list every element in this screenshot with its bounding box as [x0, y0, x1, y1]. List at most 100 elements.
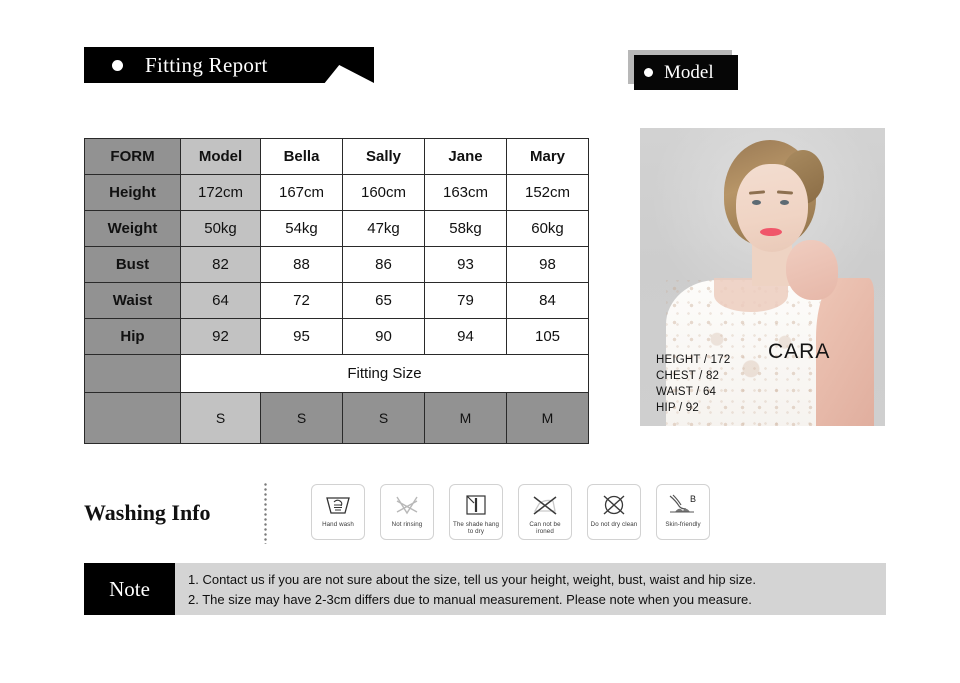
column-header-jane: Jane: [424, 138, 507, 175]
cell: 92: [180, 318, 261, 355]
cell: 65: [342, 282, 425, 319]
size-table: FORM Model Bella Sally Jane Mary Height …: [84, 138, 589, 444]
table-row: Hip 92 95 90 94 105: [84, 318, 589, 355]
washing-icon-row: Hand wash Not rinsing The shade hang to …: [311, 484, 710, 540]
fitting-size-title: Fitting Size: [180, 354, 589, 393]
washing-icon-shade-hang-dry: The shade hang to dry: [449, 484, 503, 540]
no-dry-clean-icon: [599, 489, 629, 521]
table-row: Bust 82 88 86 93 98: [84, 246, 589, 283]
note-text: 1. Contact us if you are not sure about …: [188, 570, 756, 610]
fitting-size-title-row: Fitting Size: [84, 354, 589, 393]
table-row: Waist 64 72 65 79 84: [84, 282, 589, 319]
model-name: CARA: [768, 340, 831, 363]
cell: 93: [424, 246, 507, 283]
model-banner-body: Model: [634, 55, 738, 90]
empty-label-cell: [84, 392, 181, 444]
table-row: Height 172cm 167cm 160cm 163cm 152cm: [84, 174, 589, 211]
model-banner-title: Model: [664, 61, 714, 83]
cell: 94: [424, 318, 507, 355]
washing-info-title: Washing Info: [84, 500, 211, 525]
column-header-bella: Bella: [260, 138, 343, 175]
washing-icon-caption: Do not dry clean: [590, 521, 638, 528]
note-line-1: 1. Contact us if you are not sure about …: [188, 572, 756, 587]
cell: 160cm: [342, 174, 425, 211]
note-band: Note 1. Contact us if you are not sure a…: [84, 563, 886, 615]
fitting-size-mary: M: [506, 392, 589, 444]
washing-icon-caption: Skin-friendly: [665, 521, 701, 528]
fitting-report-title: Fitting Report: [145, 52, 268, 77]
column-header-form: FORM: [84, 138, 181, 175]
svg-text:B: B: [690, 494, 696, 504]
model-stats: HEIGHT / 172 CHEST / 82 WAIST / 64 HIP /…: [656, 352, 730, 416]
fitting-size-sally: S: [342, 392, 425, 444]
cell: 90: [342, 318, 425, 355]
cell: 172cm: [180, 174, 261, 211]
model-stat-chest: CHEST / 82: [656, 370, 720, 382]
bullet-icon: [112, 59, 123, 71]
washing-icon-caption: Can not be ironed: [529, 521, 561, 535]
cell: 88: [260, 246, 343, 283]
row-label: Weight: [84, 210, 181, 247]
cell: 79: [424, 282, 507, 319]
fitting-report-banner: Fitting Report: [84, 47, 374, 83]
not-rinsing-icon: [392, 489, 422, 521]
cell: 98: [506, 246, 589, 283]
fitting-size-bella: S: [260, 392, 343, 444]
note-tag: Note: [84, 563, 175, 615]
cell: 152cm: [506, 174, 589, 211]
cell: 82: [180, 246, 261, 283]
cell: 58kg: [424, 210, 507, 247]
fitting-size-jane: M: [424, 392, 507, 444]
washing-icon-not-rinsing: Not rinsing: [380, 484, 434, 540]
washing-icon-caption: The shade hang to dry: [452, 521, 500, 535]
eye-left: [752, 200, 761, 205]
face-shape: [736, 164, 808, 252]
fitting-size-values-row: S S S M M: [84, 392, 589, 444]
row-label: Bust: [84, 246, 181, 283]
cell: 47kg: [342, 210, 425, 247]
model-stat-hip: HIP / 92: [656, 402, 699, 414]
cell: 72: [260, 282, 343, 319]
cell: 84: [506, 282, 589, 319]
table-row: Weight 50kg 54kg 47kg 58kg 60kg: [84, 210, 589, 247]
hand-wash-icon: [323, 489, 353, 521]
washing-icon-skin-friendly: B Skin-friendly: [656, 484, 710, 540]
lips-shape: [760, 228, 782, 236]
shade-hang-dry-icon: [461, 489, 491, 521]
eye-right: [780, 200, 789, 205]
hand-shape: [786, 240, 838, 300]
dotted-divider: [264, 482, 267, 544]
cell: 95: [260, 318, 343, 355]
row-label: Waist: [84, 282, 181, 319]
table-header-row: FORM Model Bella Sally Jane Mary: [84, 138, 589, 175]
washing-icon-caption: Not rinsing: [391, 521, 423, 528]
skin-friendly-icon: B: [666, 489, 700, 521]
cell: 163cm: [424, 174, 507, 211]
column-header-model: Model: [180, 138, 261, 175]
cell: 54kg: [260, 210, 343, 247]
bullet-icon: [644, 68, 653, 77]
washing-icon-hand-wash: Hand wash: [311, 484, 365, 540]
empty-label-cell: [84, 354, 181, 393]
model-banner: Model: [628, 50, 738, 90]
washing-icon-no-iron: Can not be ironed: [518, 484, 572, 540]
column-header-mary: Mary: [506, 138, 589, 175]
note-tag-label: Note: [109, 576, 150, 601]
fitting-size-model: S: [180, 392, 261, 444]
model-photo: CARA HEIGHT / 172 CHEST / 82 WAIST / 64 …: [640, 128, 885, 426]
cell: 105: [506, 318, 589, 355]
cell: 86: [342, 246, 425, 283]
cell: 50kg: [180, 210, 261, 247]
washing-icon-no-dry-clean: Do not dry clean: [587, 484, 641, 540]
row-label: Hip: [84, 318, 181, 355]
row-label: Height: [84, 174, 181, 211]
column-header-sally: Sally: [342, 138, 425, 175]
no-iron-icon: [530, 489, 560, 521]
cell: 64: [180, 282, 261, 319]
model-stat-height: HEIGHT / 172: [656, 354, 731, 366]
cell: 167cm: [260, 174, 343, 211]
note-line-2: 2. The size may have 2-3cm differs due t…: [188, 592, 752, 607]
cell: 60kg: [506, 210, 589, 247]
model-stat-waist: WAIST / 64: [656, 386, 717, 398]
washing-icon-caption: Hand wash: [322, 521, 354, 528]
